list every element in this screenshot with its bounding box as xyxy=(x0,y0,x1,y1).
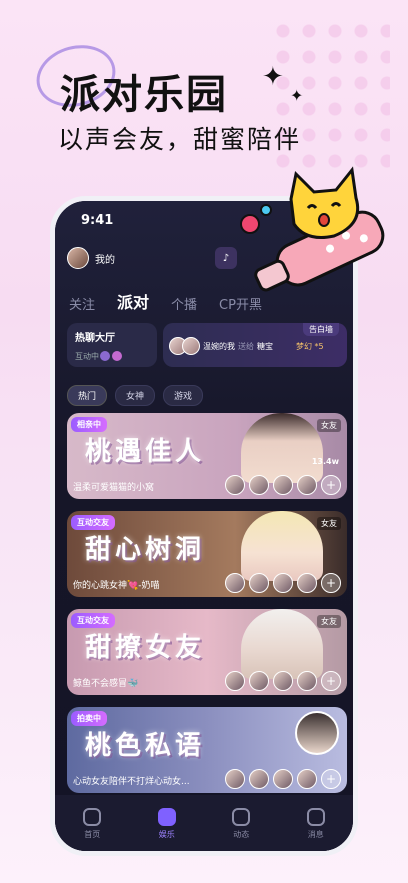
room-tag: 女友 xyxy=(317,419,341,432)
send-icon xyxy=(232,808,251,826)
host-photo xyxy=(241,511,323,581)
add-seat-icon[interactable]: + xyxy=(321,573,341,593)
bottom-nav: 首页 娱乐 动态 消息 xyxy=(55,795,353,851)
room-name: 心动女友陪伴不打烊心动女... xyxy=(73,777,190,787)
hall-status-text: 互动中 xyxy=(75,351,99,361)
room-name: 温柔可爱猫猫的小窝 xyxy=(73,483,155,493)
avatar xyxy=(182,337,200,355)
seat-list: + xyxy=(225,671,341,691)
chip-goddess[interactable]: 女神 xyxy=(115,385,156,406)
avatar[interactable] xyxy=(297,475,317,495)
avatar[interactable] xyxy=(225,475,245,495)
seat-list: + xyxy=(225,475,341,495)
room-art-text: 桃遇佳人 xyxy=(85,437,206,467)
category-chips: 热门 女神 游戏 xyxy=(67,385,204,406)
avatar[interactable] xyxy=(249,671,269,691)
avatar[interactable] xyxy=(225,671,245,691)
wall-message: 温婉的我 送给 糖宝 梦幻 *5 xyxy=(169,337,324,355)
me-entry[interactable]: 我的 xyxy=(67,247,115,269)
nav-messages[interactable]: 消息 xyxy=(306,808,325,840)
me-label: 我的 xyxy=(95,254,115,266)
room-badge: 拍卖中 xyxy=(71,711,107,726)
top-tabs: 关注 派对 个播 CP开黑 xyxy=(69,289,262,313)
hall-title: 热聊大厅 xyxy=(75,333,115,344)
avatar[interactable] xyxy=(249,769,269,789)
message-icon xyxy=(306,808,325,826)
avatar[interactable] xyxy=(273,769,293,789)
seat-list: + xyxy=(225,769,341,789)
room-card[interactable]: 相亲中 女友 桃遇佳人 13.4w 温柔可爱猫猫的小窝 + xyxy=(67,413,347,499)
room-name: 你的心跳女神💘-奶喵 xyxy=(73,581,160,591)
chip-game[interactable]: 游戏 xyxy=(163,385,204,406)
sparkle-small-icon: ✦ xyxy=(290,86,304,105)
room-badge: 相亲中 xyxy=(71,417,107,432)
confession-wall-card[interactable]: 告白墙 温婉的我 送给 糖宝 梦幻 *5 xyxy=(163,323,347,367)
promo-subtitle: 以声会友，甜蜜陪伴 xyxy=(58,125,302,154)
wall-to: 糖宝 xyxy=(257,341,273,351)
avatar xyxy=(99,350,111,362)
avatar[interactable] xyxy=(273,671,293,691)
room-card[interactable]: 互动交友 女友 甜撩女友 鲸鱼不会感冒🐳 + xyxy=(67,609,347,695)
add-seat-icon[interactable]: + xyxy=(321,671,341,691)
room-art-text: 甜撩女友 xyxy=(85,633,206,663)
room-name: 鲸鱼不会感冒🐳 xyxy=(73,679,139,689)
avatar[interactable] xyxy=(273,573,293,593)
home-icon xyxy=(83,808,102,826)
wall-gift: 梦幻 *5 xyxy=(296,341,324,351)
host-photo xyxy=(241,609,323,679)
room-art-text: 桃色私语 xyxy=(85,731,206,761)
hall-card[interactable]: 热聊大厅 互动中 xyxy=(67,323,157,367)
wall-tag: 告白墙 xyxy=(303,323,339,336)
tab-party[interactable]: 派对 xyxy=(117,289,149,313)
seat-list: + xyxy=(225,573,341,593)
room-badge: 互动交友 xyxy=(71,613,115,628)
promo-title: 派对乐园 xyxy=(60,72,228,118)
nav-entertainment[interactable]: 娱乐 xyxy=(157,808,176,840)
cat-mascot-icon xyxy=(240,166,385,292)
sparkle-icon: ✦ xyxy=(262,62,284,92)
room-count: 13.4w xyxy=(311,457,339,466)
avatar[interactable] xyxy=(225,573,245,593)
avatar[interactable] xyxy=(249,573,269,593)
room-tag: 女友 xyxy=(317,517,341,530)
avatar[interactable] xyxy=(225,769,245,789)
avatar[interactable] xyxy=(297,671,317,691)
tab-follow[interactable]: 关注 xyxy=(69,294,95,313)
host-photo xyxy=(241,413,323,483)
host-photo xyxy=(295,711,339,755)
wall-action: 送给 xyxy=(238,341,254,351)
tab-live[interactable]: 个播 xyxy=(171,294,197,313)
nav-messages-label: 消息 xyxy=(307,830,324,839)
star-icon xyxy=(157,808,176,826)
status-time: 9:41 xyxy=(81,213,114,228)
chip-hot[interactable]: 热门 xyxy=(67,385,108,406)
avatar[interactable] xyxy=(297,573,317,593)
room-badge: 互动交友 xyxy=(71,515,115,530)
avatar[interactable] xyxy=(273,475,293,495)
room-card[interactable]: 互动交友 女友 甜心树洞 你的心跳女神💘-奶喵 + xyxy=(67,511,347,597)
avatar[interactable] xyxy=(297,769,317,789)
nav-home[interactable]: 首页 xyxy=(83,808,102,840)
nav-home-label: 首页 xyxy=(84,830,101,839)
room-art-text: 甜心树洞 xyxy=(85,535,206,565)
add-seat-icon[interactable]: + xyxy=(321,769,341,789)
top-action-icon[interactable]: ♪ xyxy=(215,247,237,269)
room-tag: 女友 xyxy=(317,615,341,628)
room-card[interactable]: 拍卖中 桃色私语 心动女友陪伴不打烊心动女... + xyxy=(67,707,347,793)
avatar xyxy=(111,350,123,362)
avatar xyxy=(67,247,89,269)
nav-moments[interactable]: 动态 xyxy=(232,808,251,840)
hall-status: 互动中 xyxy=(75,350,149,362)
avatar[interactable] xyxy=(249,475,269,495)
nav-entertainment-label: 娱乐 xyxy=(158,830,175,839)
add-seat-icon[interactable]: + xyxy=(321,475,341,495)
nav-moments-label: 动态 xyxy=(233,830,250,839)
wall-from: 温婉的我 xyxy=(203,341,235,351)
